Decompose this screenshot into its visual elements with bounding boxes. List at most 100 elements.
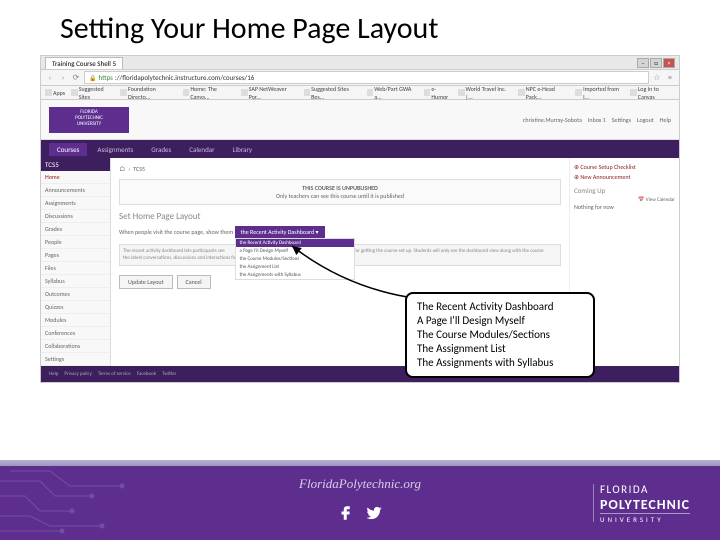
callout-line: The Assignments with Syllabus [417,356,583,370]
inbox-link[interactable]: Inbox 1 [588,116,606,124]
fpu-logo[interactable]: FLORIDAPOLYTECHNICUNIVERSITY [49,107,129,133]
sidebar-syllabus[interactable]: Syllabus [41,275,110,288]
address-bar[interactable]: 🔒 https://floridapolytechnic.instructure… [84,71,649,84]
form-row: When people visit the course page, show … [119,226,561,238]
circuit-graphic [0,466,180,540]
footer-link[interactable]: Facebook [137,371,156,377]
callout-line: The Recent Activity Dashboard [417,300,583,314]
bookmark-item[interactable]: Foundation Directo... [120,85,176,101]
menu-icon[interactable]: ≡ [665,73,675,83]
bookmark-icon [630,89,637,96]
sidebar-course-code: TCS5 [41,158,110,171]
sidebar-modules[interactable]: Modules [41,314,110,327]
nav-calendar[interactable]: Calendar [181,143,222,156]
update-layout-button[interactable]: Update Layout [119,275,173,289]
course-sidebar: TCS5 Home Announcements Assignments Disc… [41,158,111,366]
course-setup-link[interactable]: ⊕ Course Setup Checklist [574,162,675,172]
close-button[interactable]: × [663,58,675,68]
url-protocol: https [98,73,112,82]
bookmark-item[interactable]: Imported from I... [575,85,624,101]
social-icons [337,504,383,522]
bookmark-item[interactable]: Suggested Sites [71,85,114,101]
bookmark-item[interactable]: Log In to Canvas [630,85,675,101]
nav-library[interactable]: Library [225,143,261,156]
callout-line: The Course Modules/Sections [417,328,583,342]
logout-link[interactable]: Logout [637,116,654,124]
star-icon[interactable]: ☆ [652,73,662,83]
form-label: When people visit the course page, show … [119,228,233,236]
logo-university: UNIVERSITY [600,513,690,524]
bookmark-item[interactable]: NPC e-Head Pack... [518,85,569,101]
callout-box: The Recent Activity Dashboard A Page I'l… [405,292,595,378]
bookmark-icon [45,89,52,96]
user-name[interactable]: christine.Murray-Sobota [523,116,582,124]
bookmark-item[interactable]: Suggested Sites Bes... [304,85,361,101]
canvas-user-menu: christine.Murray-Sobota Inbox 1 Settings… [523,116,671,124]
bookmark-item[interactable]: Apps [45,89,65,97]
bookmark-item[interactable]: World Travel Inc. |... [458,85,512,101]
twitter-icon[interactable] [365,504,383,522]
sidebar-discussions[interactable]: Discussions [41,210,110,223]
footer-link[interactable]: Privacy policy [64,371,92,377]
forward-icon[interactable]: › [58,73,68,83]
coming-up-title: Coming Up [574,186,675,195]
bookmark-item[interactable]: Web/Part GWA a... [367,85,418,101]
footer-link[interactable]: Help [49,371,58,377]
bookmarks-bar: Apps Suggested Sites Foundation Directo.… [41,86,679,100]
new-announcement-link[interactable]: ⊕ New Announcement [574,172,675,182]
nav-courses[interactable]: Courses [49,143,87,156]
nav-grades[interactable]: Grades [143,143,179,156]
settings-link[interactable]: Settings [612,116,631,124]
help-link[interactable]: Help [660,116,671,124]
dropdown-selected: the Recent Activity Dashboard [241,228,315,236]
footer-link[interactable]: Twitter [162,371,176,377]
breadcrumb-course[interactable]: TCS5 [133,165,145,173]
logo-divider [593,484,594,522]
sidebar-assignments[interactable]: Assignments [41,197,110,210]
canvas-header: FLORIDAPOLYTECHNICUNIVERSITY christine.M… [41,100,679,140]
maximize-button[interactable]: □ [650,58,662,68]
cancel-button[interactable]: Cancel [177,275,211,289]
footer-link[interactable]: Terms of service [98,371,131,377]
sidebar-settings[interactable]: Settings [41,353,110,366]
callout-line: A Page I'll Design Myself [417,314,583,328]
back-icon[interactable]: ‹ [45,73,55,83]
bookmark-icon [241,89,248,96]
footer-logo: FLORIDA POLYTECHNIC UNIVERSITY [593,483,690,524]
lock-icon: 🔒 [89,74,96,82]
facebook-icon[interactable] [337,504,355,522]
slide-title: Setting Your Home Page Layout [0,0,720,55]
nav-assignments[interactable]: Assignments [89,143,141,156]
sidebar-grades[interactable]: Grades [41,223,110,236]
slide-footer: FloridaPolytechnic.org FLORIDA POLYTECHN… [0,460,720,540]
bookmark-icon [120,89,127,96]
sidebar-announcements[interactable]: Announcements [41,184,110,197]
footer-main-bar: FloridaPolytechnic.org FLORIDA POLYTECHN… [0,466,720,540]
home-icon[interactable]: ⌂ [119,164,125,173]
unpublished-banner: THIS COURSE IS UNPUBLISHED Only teachers… [119,179,561,205]
bookmark-item[interactable]: SAP NetWeaver Por... [241,85,298,101]
bookmark-item[interactable]: Home: The Canva... [183,85,235,101]
url-text: ://floridapolytechnic.instructure.com/co… [115,73,254,82]
canvas-global-nav: Courses Assignments Grades Calendar Libr… [41,140,679,158]
sidebar-people[interactable]: People [41,236,110,249]
homepage-layout-dropdown[interactable]: the Recent Activity Dashboard ▾ the Rece… [235,226,325,238]
browser-tab[interactable]: Training Course Shell 5 [45,57,123,69]
sidebar-quizzes[interactable]: Quizzes [41,301,110,314]
minimize-button[interactable]: – [637,58,649,68]
bookmark-icon [367,89,374,96]
reload-icon[interactable]: ⟳ [71,73,81,83]
bookmark-icon [458,89,465,96]
section-title: Set Home Page Layout [119,211,561,222]
window-controls: – □ × [637,58,675,68]
sidebar-collaborations[interactable]: Collaborations [41,340,110,353]
sidebar-pages[interactable]: Pages [41,249,110,262]
sidebar-outcomes[interactable]: Outcomes [41,288,110,301]
sidebar-conferences[interactable]: Conferences [41,327,110,340]
logo-polytechnic: POLYTECHNIC [600,496,690,513]
sidebar-files[interactable]: Files [41,262,110,275]
bookmark-item[interactable]: e-Humor [424,85,452,101]
breadcrumb-sep: › [128,165,130,173]
sidebar-home[interactable]: Home [41,171,110,184]
browser-tab-strip: Training Course Shell 5 – □ × [41,56,679,70]
